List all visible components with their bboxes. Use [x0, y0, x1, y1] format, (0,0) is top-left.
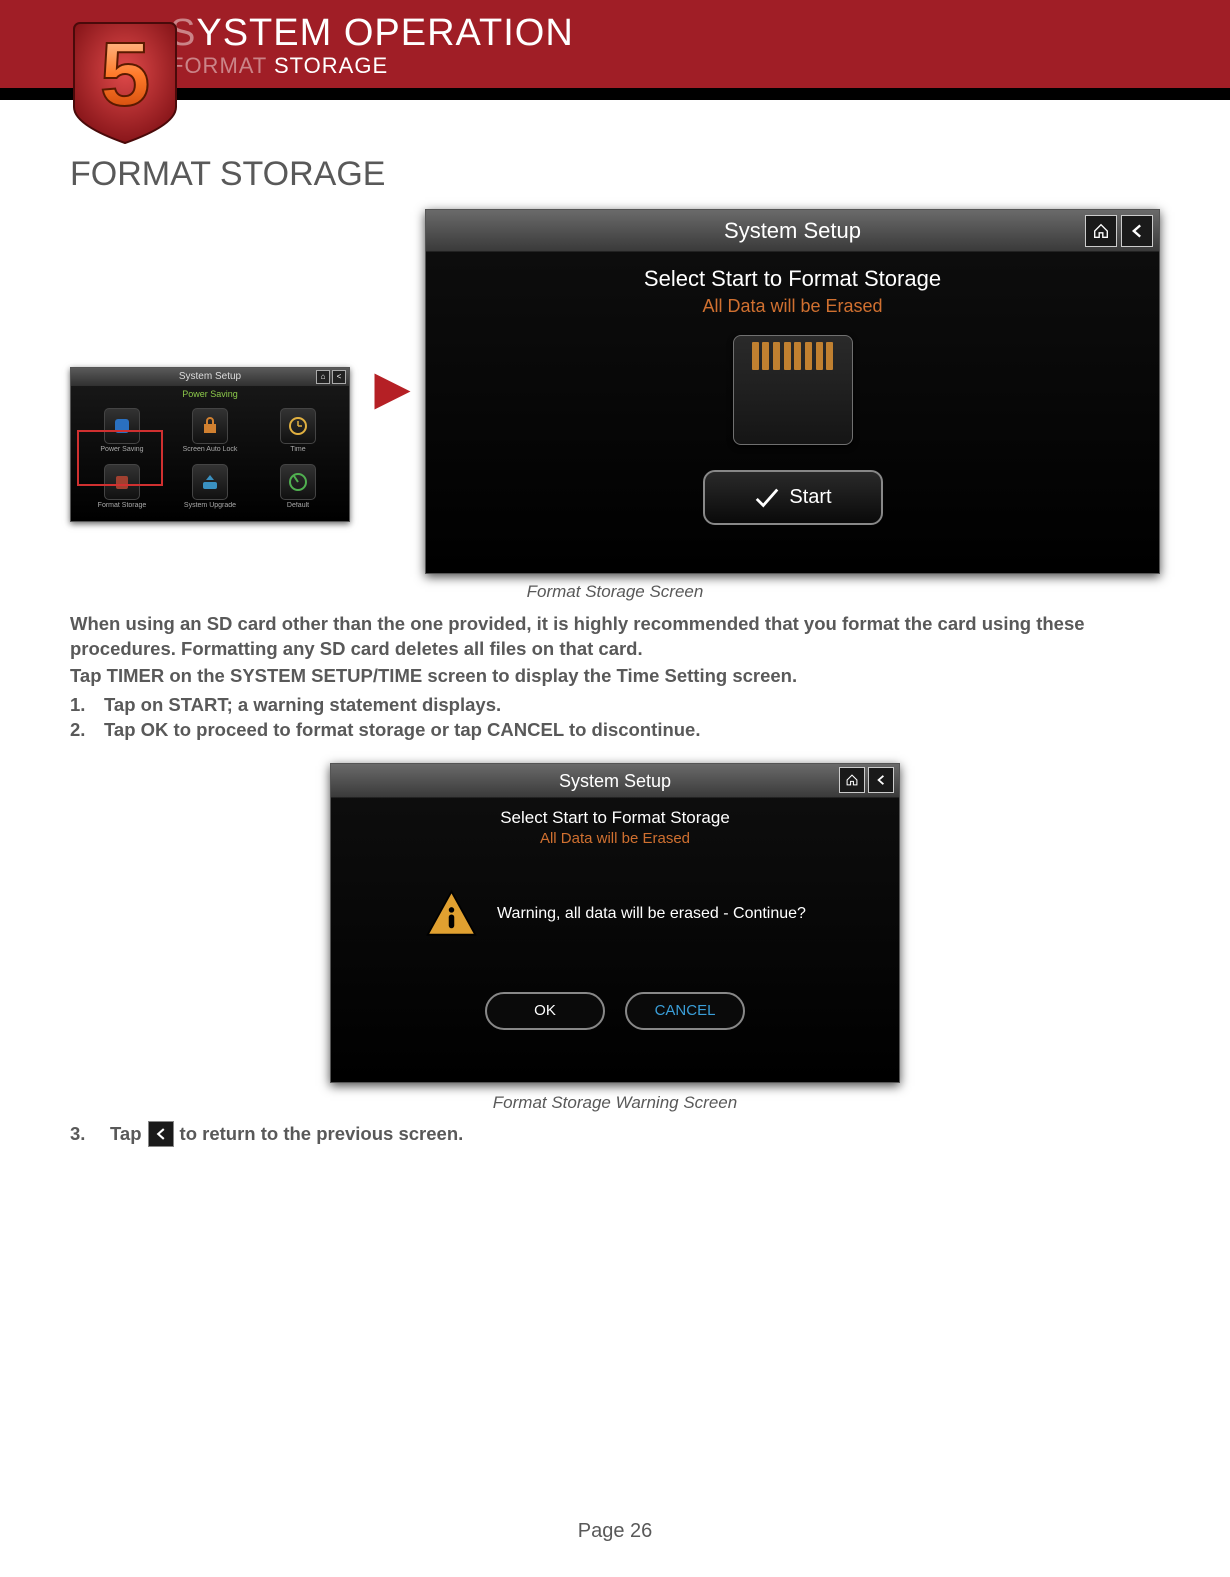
figure-caption-1: Format Storage Screen [70, 582, 1160, 602]
thumb-cell-default: Default [255, 462, 341, 516]
chapter-number-badge: 5 [70, 15, 180, 145]
thumb-highlight-box [77, 430, 163, 486]
thumb-cell-system-upgrade: System Upgrade [167, 462, 253, 516]
header-subtitle: FORMAT STORAGE [170, 53, 574, 79]
screen-title: System Setup [724, 218, 861, 243]
thumb-title: System Setup [179, 371, 241, 382]
format-storage-screen: System Setup Select Start to Format Stor… [425, 209, 1160, 574]
warning-message-text: Warning, all data will be erased - Conti… [497, 905, 806, 923]
figure-warning-screen: System Setup Select Start to Format Stor… [70, 763, 1160, 1083]
start-button[interactable]: Start [703, 470, 883, 525]
format-storage-warning-screen: System Setup Select Start to Format Stor… [330, 763, 900, 1083]
screen-title: System Setup [559, 771, 671, 791]
cancel-button[interactable]: CANCEL [625, 992, 745, 1030]
page-footer: Page 26 [0, 1520, 1230, 1543]
thumb-subtitle: Power Saving [71, 386, 349, 402]
back-icon: < [332, 370, 346, 384]
sd-card-icon [733, 335, 853, 445]
checkmark-icon [753, 484, 781, 512]
warning-triangle-icon [424, 887, 479, 942]
back-icon[interactable] [868, 767, 894, 793]
page-header: 5 SYSTEM OPERATION FORMAT STORAGE [0, 0, 1230, 100]
screen-warning-text: All Data will be Erased [331, 830, 899, 847]
step-3: 3. Tap to return to the previous screen. [70, 1121, 1160, 1147]
screen-warning-text: All Data will be Erased [426, 296, 1159, 317]
screen-instruction-text: Select Start to Format Storage [426, 266, 1159, 292]
screen-instruction-text: Select Start to Format Storage [331, 808, 899, 828]
figure-caption-2: Format Storage Warning Screen [70, 1093, 1160, 1113]
system-setup-thumbnail: System Setup ⌂ < Power Saving Power Savi… [70, 367, 350, 522]
ok-button[interactable]: OK [485, 992, 605, 1030]
chapter-number: 5 [100, 25, 150, 125]
body-text: When using an SD card other than the one… [70, 612, 1160, 743]
thumb-cell-time: Time [255, 406, 341, 460]
step-1: 1.Tap on START; a warning statement disp… [70, 693, 1160, 718]
back-icon[interactable] [1121, 215, 1153, 247]
thumb-cell-screen-lock: Screen Auto Lock [167, 406, 253, 460]
header-title: SYSTEM OPERATION [170, 12, 574, 55]
back-icon [148, 1121, 174, 1147]
home-icon[interactable] [1085, 215, 1117, 247]
arrow-right-icon [370, 369, 415, 414]
section-title: FORMAT STORAGE [70, 155, 1160, 194]
step-2: 2.Tap OK to proceed to format storage or… [70, 718, 1160, 743]
figure-format-storage: System Setup ⌂ < Power Saving Power Savi… [70, 209, 1160, 574]
home-icon[interactable] [839, 767, 865, 793]
home-icon: ⌂ [316, 370, 330, 384]
